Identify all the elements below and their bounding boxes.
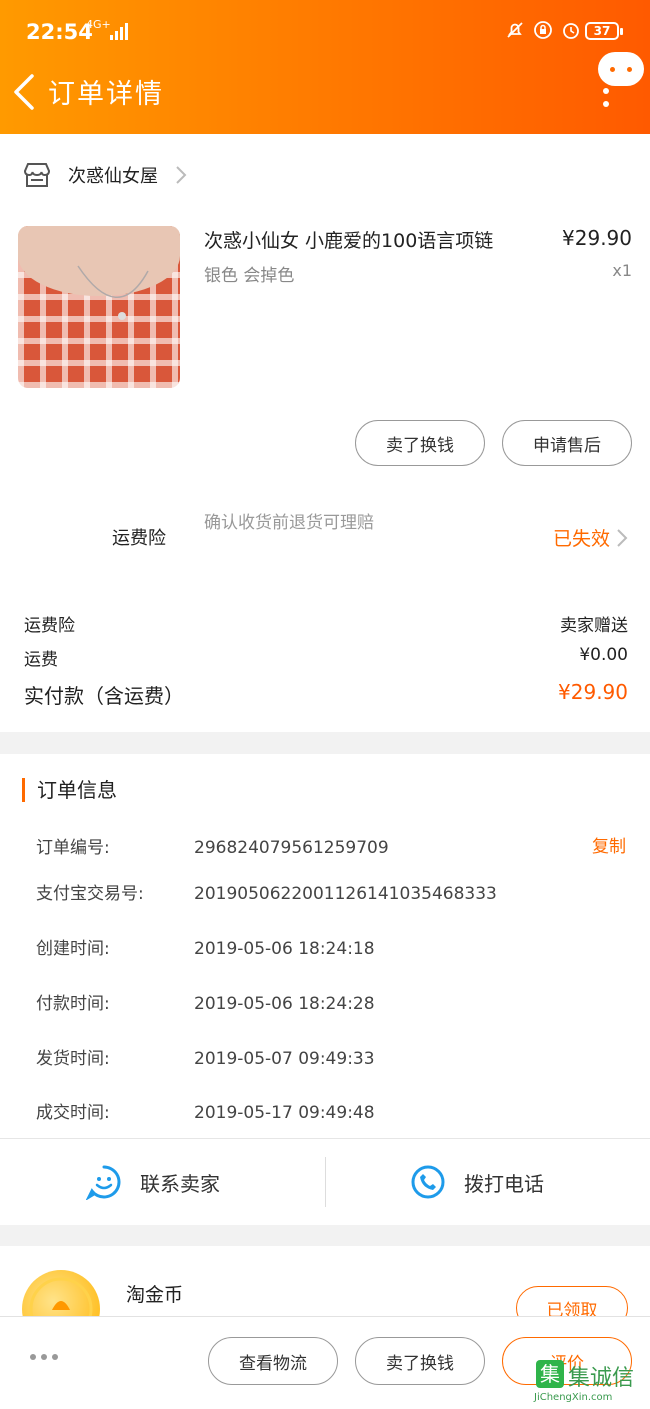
product-image[interactable] xyxy=(18,226,180,388)
order-info-row: 订单编号: 296824079561259709 xyxy=(36,838,389,858)
fee-value: ¥0.00 xyxy=(579,645,628,665)
chat-face-icon xyxy=(86,1165,121,1200)
fee-label: 运费 xyxy=(24,650,58,670)
contact-bar: 联系卖家 拨打电话 xyxy=(0,1138,650,1225)
page-title: 订单详情 xyxy=(48,79,164,110)
signal-icon xyxy=(110,22,128,40)
product-spec: 银色 会掉色 xyxy=(204,266,295,286)
fee-row: 运费 ¥0.00 xyxy=(24,645,628,670)
order-info-row: 成交时间: 2019-05-17 09:49:48 xyxy=(36,1103,375,1123)
watermark-logo-icon: 集 xyxy=(536,1360,564,1388)
fee-value: 卖家赠送 xyxy=(560,616,628,636)
message-icon[interactable] xyxy=(598,52,644,86)
order-info-row: 发货时间: 2019-05-07 09:49:33 xyxy=(36,1049,375,1069)
shop-name: 次惑仙女屋 xyxy=(68,166,158,187)
mute-bell-icon xyxy=(507,22,523,38)
call-label: 拨打电话 xyxy=(464,1171,544,1196)
status-time: 22:54 xyxy=(26,20,93,44)
status-bar: 22:54 4G+ 37 xyxy=(0,0,650,64)
contact-seller-button[interactable]: 联系卖家 xyxy=(86,1139,220,1225)
header-bar: 22:54 4G+ 37 订单详情 xyxy=(0,0,650,134)
chevron-right-icon xyxy=(617,528,628,547)
view-logistics-button[interactable]: 查看物流 xyxy=(208,1337,338,1385)
alarm-icon xyxy=(563,23,579,39)
network-type: 4G+ xyxy=(86,18,111,31)
order-info-row: 创建时间: 2019-05-06 18:24:18 xyxy=(36,939,375,959)
coin-label: 淘金币 xyxy=(126,1284,184,1306)
order-info-title: 订单信息 xyxy=(22,778,117,802)
more-menu-icon[interactable] xyxy=(603,88,609,114)
total-value: ¥29.90 xyxy=(558,680,628,704)
watermark: 集 集诚信 JiChengXin.com xyxy=(532,1360,650,1408)
total-label: 实付款（含运费） xyxy=(24,684,184,708)
order-info-row: 付款时间: 2019-05-06 18:24:28 xyxy=(36,994,375,1014)
call-button[interactable]: 拨打电话 xyxy=(410,1139,544,1225)
fee-row: 运费险 卖家赠送 xyxy=(24,611,628,636)
insurance-label: 运费险 xyxy=(112,528,166,549)
watermark-text: JiChengXin.com xyxy=(534,1392,613,1403)
after-sale-button[interactable]: 申请售后 xyxy=(502,420,632,466)
product-qty: x1 xyxy=(612,261,632,280)
watermark-brand: 集诚信 xyxy=(568,1366,635,1391)
resell-button[interactable]: 卖了换钱 xyxy=(355,420,485,466)
product-price: ¥29.90 xyxy=(562,226,632,250)
back-arrow-icon[interactable] xyxy=(10,72,40,112)
resell-bottom-button[interactable]: 卖了换钱 xyxy=(355,1337,485,1385)
insurance-status[interactable]: 已失效 xyxy=(553,524,628,551)
phone-icon xyxy=(411,1165,445,1199)
insurance-desc: 确认收货前退货可理赔 xyxy=(204,513,374,533)
store-icon xyxy=(23,163,51,187)
lock-rotation-icon xyxy=(534,21,552,39)
shop-link[interactable]: 次惑仙女屋 xyxy=(22,161,188,189)
battery-icon: 37 xyxy=(585,22,623,40)
product-name[interactable]: 次惑小仙女 小鹿爱的100语言项链 xyxy=(204,226,544,253)
chevron-right-icon xyxy=(176,166,187,184)
copy-button[interactable]: 复制 xyxy=(592,832,626,857)
insurance-status-text: 已失效 xyxy=(552,528,610,550)
order-info-row: 支付宝交易号: 2019050622001126141035468333 xyxy=(36,884,497,904)
fee-label: 运费险 xyxy=(24,616,75,636)
more-actions-icon[interactable] xyxy=(30,1354,58,1360)
total-row: 实付款（含运费） ¥29.90 xyxy=(24,680,628,709)
contact-seller-label: 联系卖家 xyxy=(140,1171,220,1196)
